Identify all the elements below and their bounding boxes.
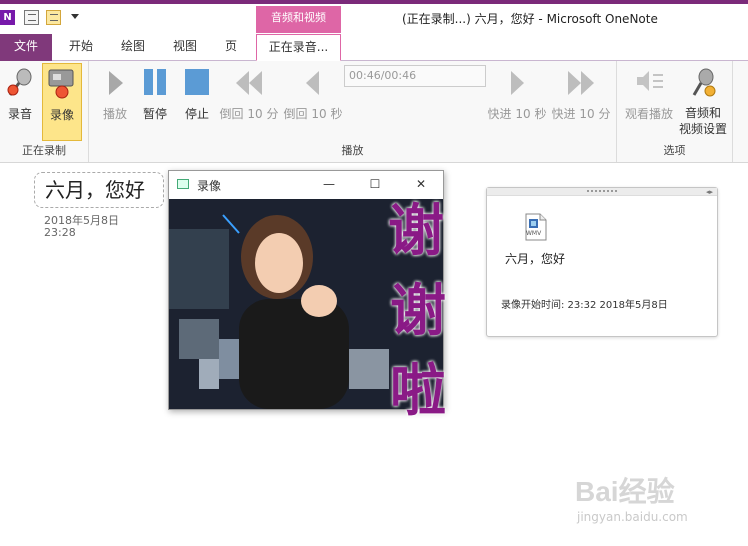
tab-page[interactable]: 页 — [214, 34, 248, 61]
audio-video-context-header: 音频和视频 — [256, 6, 341, 33]
rewind-10-seconds-button[interactable]: 倒回 10 秒 — [283, 63, 343, 122]
record-audio-label: 录音 — [7, 107, 32, 121]
stop-button[interactable]: 停止 — [179, 63, 215, 122]
audio-video-settings-button[interactable]: 音频和 视频设置 — [675, 63, 731, 137]
stop-icon — [184, 65, 210, 101]
ribbon: 录音 录像 正在录制 播放 暂停 停止 倒回 10 分 倒回 10 秒 00:4… — [0, 61, 748, 163]
see-playback-label: 观看播放 — [624, 107, 673, 121]
sticker-char-2: 谢 — [390, 278, 446, 344]
sticker-char-3: 啦 — [390, 358, 446, 424]
watermark-sub: jingyan.baidu.com — [577, 510, 688, 524]
play-button[interactable]: 播放 — [97, 63, 133, 122]
group-recording: 录音 录像 正在录制 — [0, 61, 89, 162]
playback-time-display: 00:46/00:46 — [344, 65, 486, 87]
tab-draw[interactable]: 绘图 — [110, 34, 156, 61]
group-playback: 播放 暂停 停止 倒回 10 分 倒回 10 秒 00:46/00:46 快进 … — [89, 61, 617, 162]
stop-label: 停止 — [184, 107, 209, 121]
wmv-file-icon[interactable]: WMV — [525, 213, 547, 241]
microphone-icon — [4, 65, 36, 101]
rewind-10s-label: 倒回 10 秒 — [283, 107, 343, 121]
tab-recording[interactable]: 正在录音... — [256, 34, 341, 61]
av-settings-label-1: 音频和 — [684, 106, 721, 120]
forward-10s-label: 快进 10 秒 — [487, 107, 547, 121]
dock-to-desktop-icon[interactable] — [24, 10, 39, 25]
av-settings-label-2: 视频设置 — [678, 122, 727, 136]
play-label: 播放 — [102, 107, 127, 121]
baidu-jingyan-watermark: Bai经验 jingyan.baidu.com — [575, 470, 745, 530]
forward-10-minutes-button[interactable]: 快进 10 分 — [551, 63, 611, 122]
embedded-file-name[interactable]: 六月，您好 — [505, 250, 565, 267]
wmv-icon-label: WMV — [526, 230, 542, 237]
see-playback-button[interactable]: 观看播放 — [621, 63, 677, 122]
rewind-10m-label: 倒回 10 分 — [219, 107, 279, 121]
video-window-title: 录像 — [197, 179, 222, 193]
thanks-sticker: 谢 谢 啦 — [230, 190, 460, 424]
tab-view[interactable]: 视图 — [162, 34, 208, 61]
onenote-app-icon[interactable]: N — [0, 10, 15, 25]
play-icon — [105, 65, 125, 101]
pause-button[interactable]: 暂停 — [137, 63, 173, 122]
sticker-char-1: 谢 — [388, 198, 444, 264]
recording-start-meta: 录像开始时间: 23:32 2018年5月8日 — [501, 300, 668, 311]
rewind-10-minutes-button[interactable]: 倒回 10 分 — [219, 63, 279, 122]
speaker-list-icon — [634, 65, 664, 101]
tab-file[interactable]: 文件 — [0, 34, 52, 61]
title-bar: N 音频和视频 (正在录制...) 六月，您好 - Microsoft OneN… — [0, 0, 748, 34]
forward-10m-label: 快进 10 分 — [551, 107, 611, 121]
record-video-label: 录像 — [49, 108, 74, 122]
rewind-fast-icon — [234, 65, 264, 101]
pause-label: 暂停 — [142, 107, 167, 121]
title-top-strip — [0, 0, 748, 4]
pause-icon — [142, 65, 168, 101]
video-camera-icon — [45, 66, 79, 102]
group-recording-label: 正在录制 — [22, 144, 66, 157]
group-options: 观看播放 音频和 视频设置 选项 — [617, 61, 733, 162]
watermark-main: Bai经验 — [575, 476, 675, 507]
full-page-view-icon[interactable] — [46, 10, 61, 25]
customize-qat-dropdown-icon[interactable] — [71, 14, 79, 19]
record-video-button[interactable]: 录像 — [42, 63, 82, 141]
forward-10-seconds-button[interactable]: 快进 10 秒 — [487, 63, 547, 122]
group-playback-label: 播放 — [341, 144, 364, 157]
rewind-icon — [303, 65, 323, 101]
forward-fast-icon — [566, 65, 596, 101]
onenote-window: N 音频和视频 (正在录制...) 六月，您好 - Microsoft OneN… — [0, 0, 748, 546]
embedded-video-card[interactable]: ◂▸ WMV 六月，您好 录像开始时间: 23:32 2018年5月8日 — [486, 187, 718, 337]
video-window-icon — [177, 179, 189, 189]
page-title[interactable]: 六月，您好 — [34, 172, 164, 208]
record-audio-button[interactable]: 录音 — [2, 63, 38, 139]
group-options-label: 选项 — [663, 144, 686, 157]
mic-settings-icon — [688, 65, 718, 101]
expand-arrows-icon[interactable]: ◂▸ — [706, 188, 713, 196]
ribbon-tab-row: 文件 开始 绘图 视图 页 正在录音... — [0, 34, 748, 61]
tab-home[interactable]: 开始 — [58, 34, 104, 61]
forward-icon — [507, 65, 527, 101]
window-title: (正在录制...) 六月，您好 - Microsoft OneNote — [402, 12, 658, 26]
page-time: 23:28 — [44, 226, 76, 239]
container-drag-handle[interactable]: ◂▸ — [487, 188, 717, 196]
